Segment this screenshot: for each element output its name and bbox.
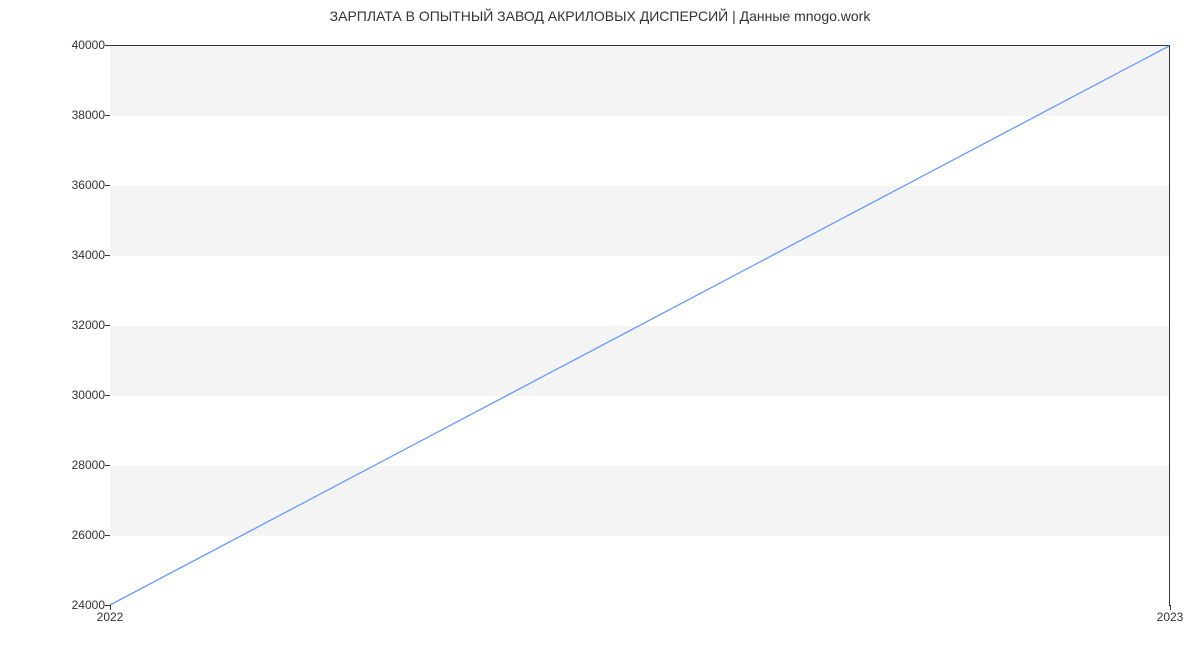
y-tick-label: 38000: [45, 108, 105, 122]
y-tick-label: 34000: [45, 248, 105, 262]
y-tick-label: 36000: [45, 178, 105, 192]
y-tick-mark: [105, 185, 110, 186]
chart-line-svg: [110, 46, 1169, 605]
x-tick-mark: [110, 605, 111, 610]
y-tick-label: 26000: [45, 528, 105, 542]
plot-area: [110, 45, 1170, 605]
y-tick-mark: [105, 395, 110, 396]
x-tick-label: 2022: [97, 610, 124, 624]
x-tick-label: 2023: [1157, 610, 1184, 624]
y-tick-mark: [105, 45, 110, 46]
y-tick-label: 40000: [45, 38, 105, 52]
x-tick-mark: [1170, 605, 1171, 610]
chart-line: [110, 46, 1169, 605]
chart-title: ЗАРПЛАТА В ОПЫТНЫЙ ЗАВОД АКРИЛОВЫХ ДИСПЕ…: [0, 8, 1200, 24]
y-tick-label: 30000: [45, 388, 105, 402]
y-tick-label: 28000: [45, 458, 105, 472]
y-tick-mark: [105, 255, 110, 256]
y-tick-mark: [105, 115, 110, 116]
y-tick-mark: [105, 535, 110, 536]
y-tick-mark: [105, 465, 110, 466]
y-tick-mark: [105, 325, 110, 326]
y-tick-label: 32000: [45, 318, 105, 332]
